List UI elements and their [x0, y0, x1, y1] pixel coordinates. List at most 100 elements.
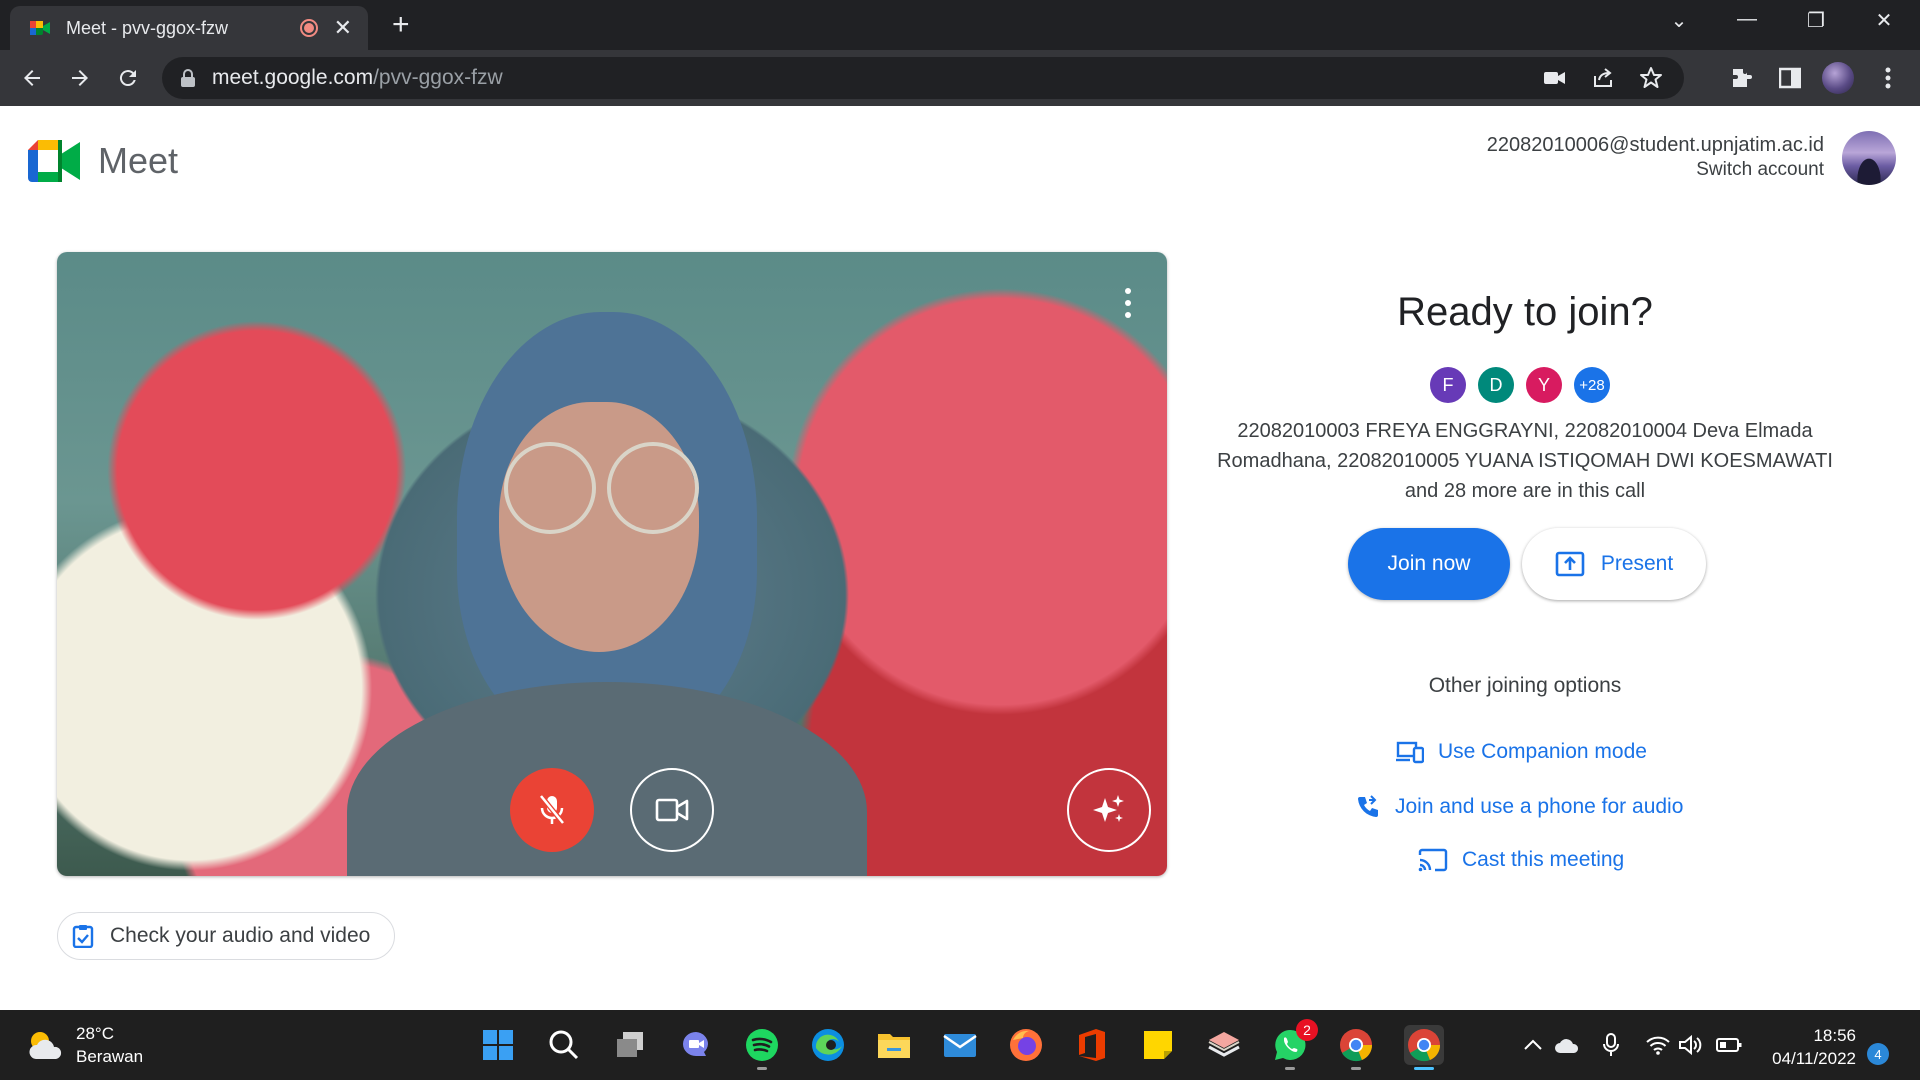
new-tab-button[interactable]: +	[392, 10, 410, 40]
whatsapp-unread-badge: 2	[1296, 1019, 1318, 1041]
share-icon[interactable]	[1590, 65, 1616, 91]
switch-account-link[interactable]: Switch account	[1696, 159, 1824, 181]
windows-start-icon	[483, 1030, 513, 1060]
mail-icon	[943, 1034, 977, 1057]
check-audio-video-label: Check your audio and video	[110, 924, 371, 947]
url-path: /pvv-ggox-fzw	[373, 66, 503, 89]
file-explorer-taskbar-button[interactable]	[876, 1027, 912, 1063]
video-more-options-icon[interactable]	[1123, 288, 1133, 318]
lock-icon	[181, 69, 195, 87]
arrow-left-icon	[24, 70, 40, 86]
forward-button[interactable]	[66, 64, 94, 92]
present-screen-icon	[1555, 551, 1585, 577]
sticky-notes-taskbar-button[interactable]	[1140, 1027, 1176, 1063]
check-audio-video-button[interactable]: Check your audio and video	[57, 912, 396, 960]
tab-search-chevron-icon[interactable]: ⌄	[1659, 8, 1699, 33]
onedrive-cloud-icon[interactable]	[1554, 1032, 1580, 1058]
windows-taskbar: 28°C Berawan 18:56 04/11/2022 4	[0, 1010, 1920, 1080]
browser-tab-meet[interactable]: Meet - pvv-ggox-fzw ✕	[10, 6, 368, 50]
layers-app-icon	[1208, 1032, 1240, 1057]
sticky-note-icon	[1144, 1031, 1172, 1059]
video-camera-icon	[655, 798, 689, 822]
camera-toggle-button[interactable]	[630, 768, 714, 852]
close-window-button[interactable]: ✕	[1864, 8, 1904, 33]
companion-mode-link[interactable]: Use Companion mode	[1396, 740, 1647, 764]
account-email: 22082010006@student.upnjatim.ac.id	[1486, 134, 1824, 156]
whatsapp-running-indicator	[1285, 1067, 1295, 1070]
system-clock[interactable]: 18:56 04/11/2022	[1772, 1024, 1856, 1070]
browser-tab-strip: Meet - pvv-ggox-fzw ✕ + ⌄ — ❐ ✕	[0, 0, 1920, 50]
partly-cloudy-icon	[26, 1029, 66, 1061]
address-bar[interactable]: meet.google.com/pvv-ggox-fzw	[162, 57, 1684, 99]
phone-audio-link[interactable]: Join and use a phone for audio	[1355, 794, 1683, 820]
mail-taskbar-button[interactable]	[942, 1027, 978, 1063]
sparkle-effects-icon	[1093, 795, 1124, 822]
tab-close-icon[interactable]: ✕	[334, 17, 352, 39]
meet-logo-icon	[28, 140, 80, 182]
chrome-2-running-indicator	[1351, 1067, 1361, 1070]
clock-time: 18:56	[1813, 1026, 1856, 1045]
ready-to-join-title: Ready to join?	[1397, 290, 1653, 334]
weather-temperature: 28°C	[76, 1024, 114, 1043]
join-now-button[interactable]: Join now	[1348, 528, 1510, 600]
minimize-button[interactable]: —	[1727, 8, 1767, 31]
reload-button[interactable]	[114, 64, 142, 92]
other-joining-options-title: Other joining options	[1428, 674, 1622, 697]
phone-audio-icon	[1358, 795, 1378, 817]
notification-count-badge[interactable]: 4	[1867, 1043, 1889, 1065]
weather-condition: Berawan	[76, 1047, 144, 1066]
reload-icon	[119, 70, 136, 87]
search-icon	[549, 1030, 579, 1060]
restore-button[interactable]: ❐	[1796, 8, 1836, 33]
more-participants-badge: +28	[1574, 367, 1610, 403]
wifi-icon[interactable]	[1645, 1032, 1671, 1058]
chrome-active-taskbar-button[interactable]	[1404, 1025, 1444, 1065]
cast-icon	[1418, 848, 1448, 872]
office-icon	[1079, 1029, 1105, 1061]
present-button[interactable]: Present	[1522, 528, 1706, 600]
search-button[interactable]	[546, 1027, 582, 1063]
back-button[interactable]	[18, 64, 46, 92]
chrome-icon	[1408, 1029, 1441, 1062]
firefox-icon	[1010, 1029, 1042, 1061]
self-video-preview	[57, 252, 1167, 876]
side-panel-icon[interactable]	[1776, 64, 1804, 92]
bookmark-star-icon[interactable]	[1638, 65, 1664, 91]
microphone-toggle-button[interactable]	[510, 768, 594, 852]
camera-in-use-icon[interactable]	[1542, 65, 1568, 91]
extensions-puzzle-icon[interactable]	[1728, 64, 1756, 92]
teams-chat-button[interactable]	[678, 1027, 714, 1063]
firefox-taskbar-button[interactable]	[1008, 1027, 1044, 1063]
edge-taskbar-button[interactable]	[810, 1027, 846, 1063]
participant-avatars: F D Y +28	[1430, 367, 1610, 403]
in-call-participants-text: 22082010003 FREYA ENGGRAYNI, 22082010004…	[1217, 420, 1833, 502]
office-taskbar-button[interactable]	[1074, 1027, 1110, 1063]
profile-avatar-button[interactable]	[1822, 62, 1854, 94]
url-host: meet.google.com	[212, 66, 374, 89]
mic-off-icon	[539, 794, 565, 825]
battery-icon[interactable]	[1716, 1032, 1742, 1058]
preview-person-body	[347, 682, 867, 876]
recording-indicator-icon	[299, 19, 318, 37]
participant-avatar-d: D	[1478, 367, 1514, 403]
spotify-taskbar-button[interactable]	[744, 1027, 780, 1063]
cast-meeting-link[interactable]: Cast this meeting	[1418, 848, 1624, 872]
start-button[interactable]	[480, 1027, 516, 1063]
show-hidden-icons-chevron-icon[interactable]	[1520, 1032, 1546, 1058]
notebook-app-taskbar-button[interactable]	[1206, 1027, 1242, 1063]
microphone-tray-icon[interactable]	[1598, 1032, 1624, 1058]
task-view-button[interactable]	[612, 1027, 648, 1063]
meet-favicon-icon	[30, 21, 50, 35]
browser-menu-kebab-icon[interactable]	[1874, 64, 1902, 92]
companion-icon	[1396, 741, 1424, 764]
preview-glasses-left	[504, 442, 596, 534]
chrome-icon	[1340, 1029, 1373, 1062]
browser-toolbar: meet.google.com/pvv-ggox-fzw	[0, 50, 1920, 106]
chrome-profile-2-taskbar-button[interactable]	[1338, 1027, 1374, 1063]
account-avatar[interactable]	[1842, 131, 1896, 185]
phone-audio-label: Join and use a phone for audio	[1395, 795, 1684, 818]
visual-effects-button[interactable]	[1067, 768, 1151, 852]
weather-widget[interactable]: 28°C Berawan	[26, 1022, 143, 1068]
meet-wordmark: Meet	[98, 140, 179, 181]
volume-icon[interactable]	[1677, 1032, 1703, 1058]
